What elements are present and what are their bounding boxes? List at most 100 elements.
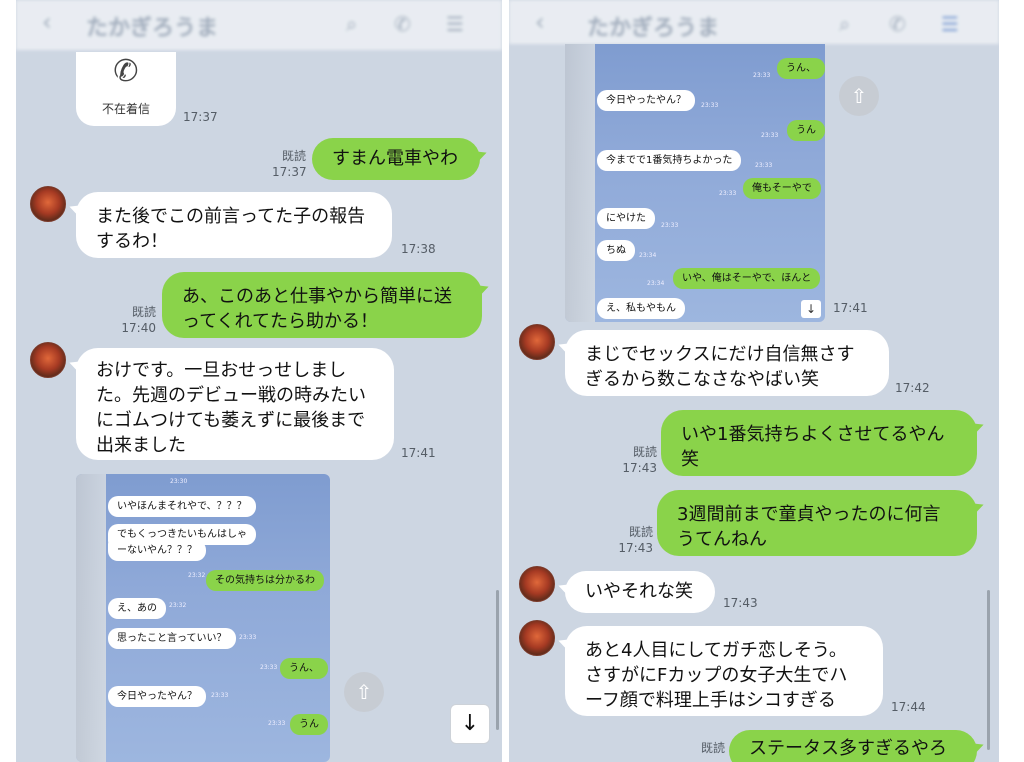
message-time: 17:43 <box>622 461 657 475</box>
read-receipt: 既読 17:43 <box>617 444 657 476</box>
message-line: ぎるから数こなさなやばい笑 <box>585 369 819 390</box>
image-attachment[interactable]: うん、 今日やったやん？ うん 今までで1番気持ちよかった 俺もそーやで にやけ… <box>565 44 825 322</box>
message-time: 17:38 <box>401 242 436 256</box>
menu-icon[interactable]: ☰ <box>446 12 464 36</box>
image-message: うん、 <box>280 658 328 679</box>
image-attachment[interactable]: いやほんまそれやで、？？？ でもくっつきたいもんはしゃ ーないやん？？？ その気… <box>76 474 330 762</box>
share-button[interactable]: ⇧ <box>344 672 384 712</box>
image-message: にやけた <box>597 208 655 229</box>
phone-icon: ✆ <box>113 54 139 89</box>
message-line: ってくれてたら助かる！ <box>182 311 379 332</box>
message-line: するわ！ <box>96 231 168 252</box>
image-message: 思ったこと言っていい？ <box>108 628 236 649</box>
image-time: 23:33 <box>755 162 773 169</box>
message-line: いや1番気持ちよくさせてるやん <box>681 424 945 445</box>
scrollbar[interactable] <box>987 590 990 750</box>
message-bubble-sent[interactable]: すまん電車やわ <box>312 138 480 180</box>
image-time: 23:33 <box>211 692 229 699</box>
message-bubble-sent[interactable]: あ、このあと仕事やから簡単に送 ってくれてたら助かる！ <box>162 272 482 338</box>
chat-title: たかぎろうま <box>587 16 720 41</box>
image-message: その気持ちは分かるわ <box>206 570 324 591</box>
message-bubble-received[interactable]: まじでセックスにだけ自信無さす ぎるから数こなさなやばい笑 <box>565 330 889 396</box>
message-bubble-sent[interactable]: ステータス多すぎるやろ <box>729 730 977 762</box>
image-time: 23:33 <box>260 664 278 671</box>
image-message: 今までで1番気持ちよかった <box>597 150 742 171</box>
avatar[interactable] <box>30 342 66 378</box>
read-label: 既読 <box>131 305 156 319</box>
image-time: 23:33 <box>719 190 737 197</box>
message-line: まじでセックスにだけ自信無さす <box>585 344 855 365</box>
header-bar: ‹ たかぎろうま ⌕ ✆ ☰ <box>509 0 999 44</box>
message-time: 17:42 <box>895 381 930 395</box>
read-receipt: 既読 17:37 <box>272 148 307 180</box>
image-message: いやほんまそれやで、？？？ <box>108 496 256 517</box>
message-time: 17:41 <box>833 301 868 315</box>
image-time: 23:32 <box>188 572 206 579</box>
phone-icon[interactable]: ✆ <box>394 12 411 36</box>
avatar[interactable] <box>30 186 66 222</box>
message-time: 17:37 <box>272 165 307 179</box>
message-time: 17:43 <box>723 596 758 610</box>
avatar[interactable] <box>519 566 555 602</box>
image-message: いや、俺はそーやで、ほんと <box>673 268 821 289</box>
image-message: うん、 <box>777 58 825 79</box>
missed-call-label: 不在着信 <box>101 102 150 116</box>
image-blur-strip <box>565 44 595 322</box>
message-line: あと4人目にしてガチ恋しそう。 <box>585 640 847 661</box>
avatar[interactable] <box>519 620 555 656</box>
read-receipt: 既読 17:43 <box>613 524 653 556</box>
message-line: また後でこの前言ってた子の報告 <box>96 206 366 227</box>
message-text: ステータス多すぎるやろ <box>749 738 947 759</box>
menu-icon[interactable]: ☰ <box>941 12 959 36</box>
message-bubble-received[interactable]: いやそれな笑 <box>565 571 715 613</box>
image-time: 23:33 <box>239 634 257 641</box>
message-time: 17:37 <box>183 110 218 124</box>
phone-icon[interactable]: ✆ <box>889 12 906 36</box>
message-line: さすがにFカップの女子大生でハ <box>585 665 848 686</box>
image-message: え、あの <box>108 598 166 619</box>
read-label: 既読 <box>700 741 725 755</box>
image-message: 俺もそーやで <box>743 178 821 199</box>
missed-call-card[interactable]: ✆ 不在着信 <box>76 52 176 126</box>
header-bar: ‹ たかぎろうま ⌕ ✆ ☰ <box>16 0 502 50</box>
message-bubble-received[interactable]: また後でこの前言ってた子の報告 するわ！ <box>76 192 392 258</box>
read-label: 既読 <box>628 525 653 539</box>
message-line: にゴムつけても萎えずに最後まで <box>96 410 366 431</box>
read-receipt: 既読 <box>697 740 725 756</box>
message-text: すまん電車やわ <box>332 148 458 169</box>
message-line: おけです。一旦おせっせしまし <box>96 360 347 381</box>
message-bubble-sent[interactable]: 3週間前まで童貞やったのに何言 うてんねん <box>657 490 977 556</box>
search-icon[interactable]: ⌕ <box>346 12 357 36</box>
image-message: え、私もやもん <box>597 298 685 319</box>
message-text: いやそれな笑 <box>585 581 693 602</box>
message-bubble-received[interactable]: あと4人目にしてガチ恋しそう。 さすがにFカップの女子大生でハ ーフ顔で料理上手… <box>565 626 883 716</box>
back-icon[interactable]: ‹ <box>42 8 52 36</box>
scroll-down-button[interactable]: ↓ <box>450 704 490 744</box>
message-line: あ、このあと仕事やから簡単に送 <box>182 286 452 307</box>
message-bubble-received[interactable]: おけです。一旦おせっせしまし た。先週のデビュー戦の時みたい にゴムつけても萎え… <box>76 348 394 460</box>
message-line: た。先週のデビュー戦の時みたい <box>96 385 366 406</box>
back-icon[interactable]: ‹ <box>535 8 545 36</box>
image-time: 23:34 <box>639 252 657 259</box>
image-time: 23:30 <box>170 478 188 485</box>
read-label: 既読 <box>632 445 657 459</box>
image-time: 23:33 <box>761 132 779 139</box>
image-time: 23:32 <box>169 602 187 609</box>
message-line: 3週間前まで童貞やったのに何言 <box>677 504 941 525</box>
image-message: ちぬ <box>597 240 635 261</box>
image-message: 今日やったやん？ <box>108 686 206 707</box>
image-message: うん <box>787 120 825 141</box>
image-time: 23:33 <box>268 720 286 727</box>
message-time: 17:44 <box>891 700 926 714</box>
message-bubble-sent[interactable]: いや1番気持ちよくさせてるやん 笑 <box>661 410 977 476</box>
read-receipt: 既読 17:40 <box>116 304 156 336</box>
message-line: 出来ました <box>96 435 186 456</box>
search-icon[interactable]: ⌕ <box>839 12 850 36</box>
image-time: 23:33 <box>701 102 719 109</box>
message-time: 17:43 <box>618 541 653 555</box>
share-button[interactable]: ⇧ <box>839 76 879 116</box>
message-line: 笑 <box>681 449 699 470</box>
scrollbar[interactable] <box>496 590 499 730</box>
message-time: 17:40 <box>121 321 156 335</box>
avatar[interactable] <box>519 324 555 360</box>
